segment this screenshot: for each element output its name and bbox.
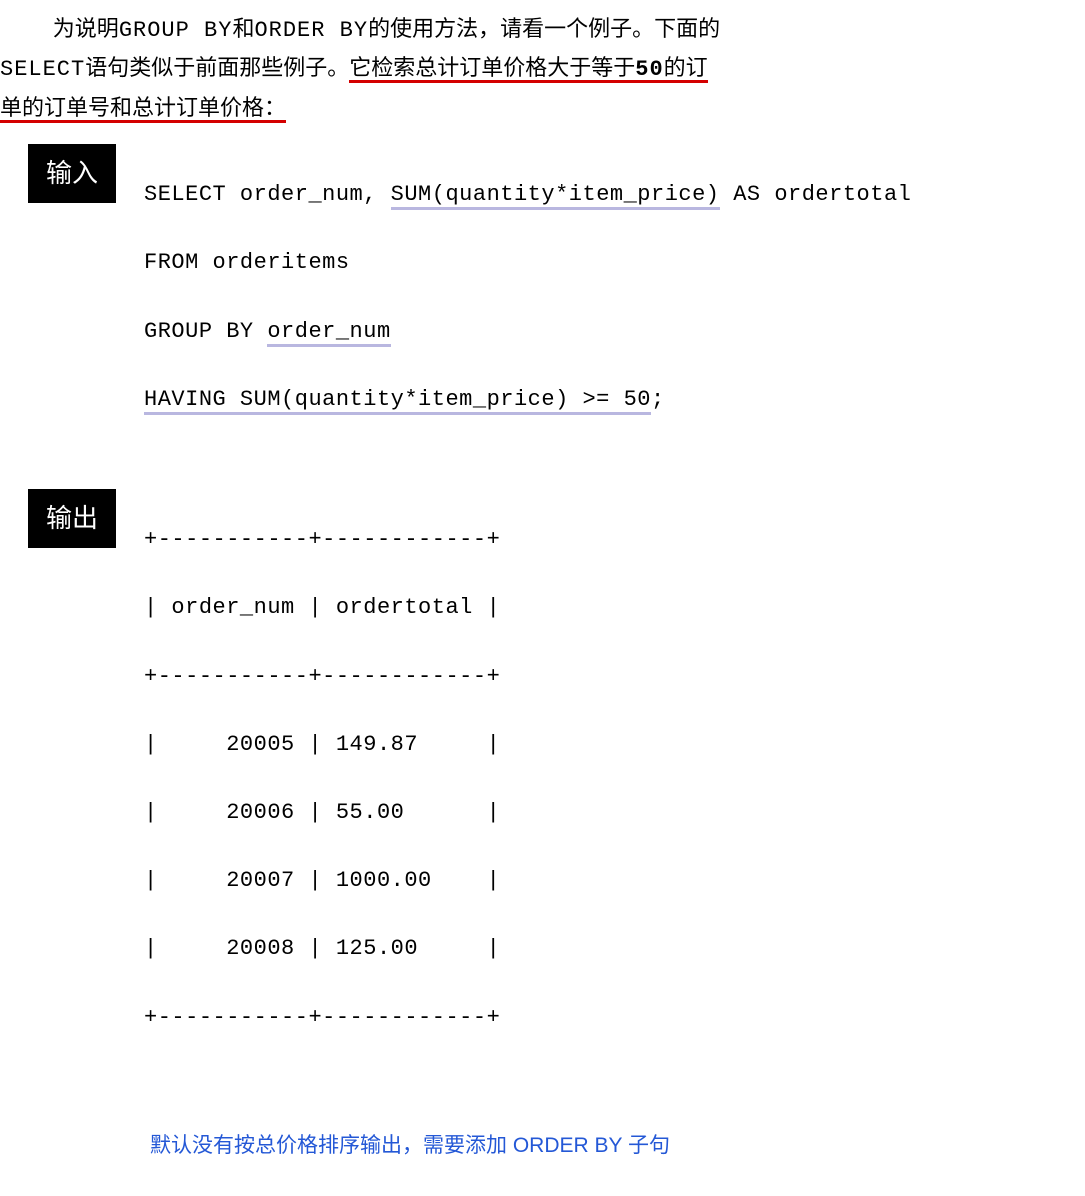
intro-paragraph: 为说明GROUP BY和ORDER BY的使用方法，请看一个例子。下面的 SEL… xyxy=(0,10,1075,126)
code-text-underlined: HAVING SUM(quantity*item_price) >= 50 xyxy=(144,387,651,415)
sql-output: +-----------+------------+ | order_num |… xyxy=(144,489,500,1103)
kw-orderby: ORDER BY xyxy=(254,18,368,43)
text-underlined: 它检索总计订单价格大于等于50的订 xyxy=(349,55,707,83)
code-text: SELECT order_num, xyxy=(144,182,391,207)
table-sep: +-----------+------------+ xyxy=(144,660,500,694)
sql-input: SELECT order_num, SUM(quantity*item_pric… xyxy=(144,144,911,485)
code-text-underlined: SUM(quantity*item_price) xyxy=(391,182,720,210)
code-text: AS ordertotal xyxy=(720,182,912,207)
table-row: | 20008 | 125.00 | xyxy=(144,932,500,966)
output-section: 输出 +-----------+------------+ | order_nu… xyxy=(0,489,1075,1103)
output-label: 输出 xyxy=(28,489,116,548)
table-header: | order_num | ordertotal | xyxy=(144,591,500,625)
text: 它检索总计订单价格大于等于 xyxy=(349,55,635,80)
kw-groupby: GROUP BY xyxy=(119,18,233,43)
num-50: 50 xyxy=(635,57,663,82)
footer-note: 默认没有按总价格排序输出，需要添加 ORDER BY 子句 xyxy=(150,1127,1075,1165)
code-text-underlined: order_num xyxy=(267,319,390,347)
text: 的使用方法，请看一个例子。下面的 xyxy=(368,16,720,41)
text: 语句类似于前面那些例子。 xyxy=(85,55,349,80)
text-underlined: 单的订单号和总计订单价格： xyxy=(0,95,286,123)
code-text: FROM orderitems xyxy=(144,246,911,280)
input-section: 输入 SELECT order_num, SUM(quantity*item_p… xyxy=(0,144,1075,485)
kw-select: SELECT xyxy=(0,57,85,82)
text: 的订 xyxy=(664,55,708,80)
table-sep: +-----------+------------+ xyxy=(144,1001,500,1035)
table-row: | 20005 | 149.87 | xyxy=(144,728,500,762)
text: 和 xyxy=(232,16,254,41)
table-row: | 20007 | 1000.00 | xyxy=(144,864,500,898)
table-row: | 20006 | 55.00 | xyxy=(144,796,500,830)
input-label: 输入 xyxy=(28,144,116,203)
code-text: ; xyxy=(651,387,665,412)
text: 为说明 xyxy=(53,16,119,41)
table-sep: +-----------+------------+ xyxy=(144,523,500,557)
code-text: GROUP BY xyxy=(144,319,267,344)
